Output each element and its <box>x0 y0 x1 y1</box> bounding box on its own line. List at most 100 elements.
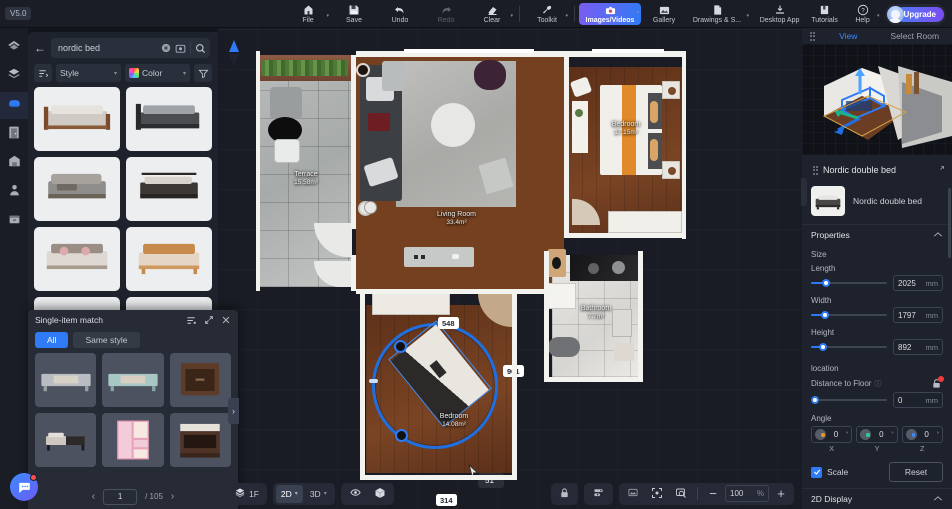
chevron-up-icon[interactable] <box>933 230 943 240</box>
back-arrow-icon[interactable]: ← <box>34 42 46 54</box>
toolbar-images-videos-button[interactable]: Images/Videos ▾ <box>579 3 641 25</box>
list-settings-icon[interactable] <box>186 315 197 326</box>
info-icon[interactable]: ⓘ <box>874 379 881 389</box>
tutorials-button[interactable]: Tutorials <box>805 0 845 28</box>
expand-diagonal-icon[interactable] <box>936 161 945 179</box>
sidebar-item-layers[interactable] <box>0 63 28 90</box>
angle-x-input[interactable]: 0 ° <box>811 426 853 443</box>
length-input[interactable]: 2025 mm <box>893 275 943 291</box>
view-mode-3d[interactable]: 3D ▾ <box>305 485 332 503</box>
lock-icon[interactable] <box>930 376 944 390</box>
tab-all[interactable]: All <box>35 332 69 348</box>
toolbar-undo-button[interactable]: Undo <box>377 0 423 28</box>
align-button[interactable] <box>587 485 610 503</box>
canvas-anchor-button[interactable] <box>364 201 377 214</box>
sidebar-item-furniture[interactable] <box>0 92 28 119</box>
avatar[interactable] <box>886 5 904 23</box>
picture-icon <box>627 487 639 500</box>
height-unit: mm <box>925 342 939 352</box>
expand-icon[interactable] <box>203 315 214 326</box>
display-section-header[interactable]: 2D Display <box>802 488 952 509</box>
filter-icon[interactable] <box>194 64 212 82</box>
inspect-button[interactable] <box>670 485 692 503</box>
library-card[interactable] <box>34 227 120 291</box>
length-slider[interactable] <box>811 277 887 289</box>
floor-selector[interactable]: 1F <box>229 485 264 503</box>
angle-y-input[interactable]: 0 ° <box>856 426 898 443</box>
tab-same-style[interactable]: Same style <box>73 332 140 348</box>
search-input[interactable]: nordic bed <box>51 38 210 58</box>
toolbar-gallery-button[interactable]: Gallery <box>641 0 687 28</box>
chevron-right-icon[interactable]: › <box>171 491 174 502</box>
toolbar-file-button[interactable]: File ▾ <box>285 0 331 28</box>
camera-search-icon[interactable] <box>175 43 186 54</box>
height-slider[interactable] <box>811 341 887 353</box>
search-icon[interactable] <box>195 43 206 54</box>
distance-slider[interactable] <box>811 394 887 406</box>
floor-selector-group[interactable]: 1F <box>226 482 267 505</box>
zoom-in-button[interactable]: + <box>771 485 791 503</box>
rotation-handle-bottom-left[interactable] <box>395 429 408 442</box>
toolbar-redo-button[interactable]: Redo <box>423 0 469 28</box>
rotation-handle-top-left[interactable] <box>394 340 407 353</box>
color-filter-dropdown[interactable]: Color ▾ <box>125 64 190 82</box>
visibility-toggle[interactable] <box>344 485 367 503</box>
tab-view[interactable]: View <box>815 29 882 43</box>
match-result-item[interactable] <box>169 413 231 467</box>
box-render-toggle[interactable] <box>369 485 391 503</box>
reset-button[interactable]: Reset <box>889 462 943 482</box>
account-group[interactable]: Upgrade <box>884 3 946 25</box>
sidebar-item-building[interactable] <box>0 150 28 177</box>
width-input[interactable]: 1797 mm <box>893 307 943 323</box>
distance-input[interactable]: 0 mm <box>893 392 943 408</box>
match-result-item[interactable] <box>102 353 164 407</box>
toolbar-drawings-button[interactable]: Drawings & S... ▾ <box>687 0 749 28</box>
width-value: 1797 <box>898 310 916 320</box>
fit-button[interactable] <box>646 485 668 503</box>
close-icon[interactable] <box>220 315 231 326</box>
view-mode-2d[interactable]: 2D ▾ <box>275 484 303 503</box>
help-button[interactable]: ? Help ▾ <box>847 0 880 28</box>
tab-select-room[interactable]: Select Room <box>882 29 949 43</box>
sidebar-item-people[interactable] <box>0 179 28 206</box>
properties-section-header[interactable]: Properties <box>802 224 952 245</box>
sidebar-item-appliances[interactable] <box>0 208 28 235</box>
match-result-item[interactable] <box>35 353 97 407</box>
match-result-item[interactable] <box>169 353 231 407</box>
page-number-input[interactable]: 1 <box>103 488 138 505</box>
chevron-left-icon[interactable]: ‹ <box>92 491 95 502</box>
library-card[interactable] <box>34 87 120 151</box>
match-result-item[interactable] <box>35 413 97 467</box>
floorplan-canvas[interactable]: Terrace 15.58m² Living Room 33.4m² Bedro… <box>218 28 802 509</box>
zoom-out-button[interactable]: − <box>703 485 723 503</box>
sort-icon[interactable] <box>34 64 52 82</box>
style-filter-dropdown[interactable]: Style ▾ <box>56 64 121 82</box>
library-card[interactable] <box>126 157 212 221</box>
drag-handle-icon[interactable] <box>809 165 818 175</box>
desktop-app-button[interactable]: Desktop App <box>757 0 803 28</box>
support-chat-button[interactable] <box>10 473 38 501</box>
library-card[interactable] <box>34 157 120 221</box>
panel-scrollbar[interactable] <box>948 188 951 258</box>
toolbar-toolkit-button[interactable]: Toolkit ▾ <box>524 0 570 28</box>
width-slider[interactable] <box>811 309 887 321</box>
lock-button[interactable] <box>554 485 575 503</box>
toolbar-clear-button[interactable]: Clear ▾ <box>469 0 515 28</box>
match-next-page-arrow[interactable]: › <box>228 398 239 424</box>
clear-search-icon[interactable] <box>160 43 171 54</box>
zoom-level-input[interactable]: 100 % <box>725 485 769 502</box>
drag-handle-icon[interactable] <box>806 31 815 41</box>
chevron-up-icon[interactable] <box>933 494 943 504</box>
library-card[interactable] <box>126 87 212 151</box>
sidebar-item-structure[interactable] <box>0 34 28 61</box>
height-input[interactable]: 892 mm <box>893 339 943 355</box>
angle-z-input[interactable]: 0 ° <box>901 426 943 443</box>
sidebar-item-doors[interactable] <box>0 121 28 148</box>
library-card[interactable] <box>126 227 212 291</box>
match-result-item[interactable] <box>102 413 164 467</box>
scale-checkbox[interactable]: Scale <box>811 466 848 478</box>
toolbar-save-button[interactable]: Save <box>331 0 377 28</box>
panel-collapse-handle[interactable] <box>801 178 807 206</box>
3d-preview[interactable] <box>802 44 952 155</box>
image-button[interactable] <box>622 485 644 503</box>
